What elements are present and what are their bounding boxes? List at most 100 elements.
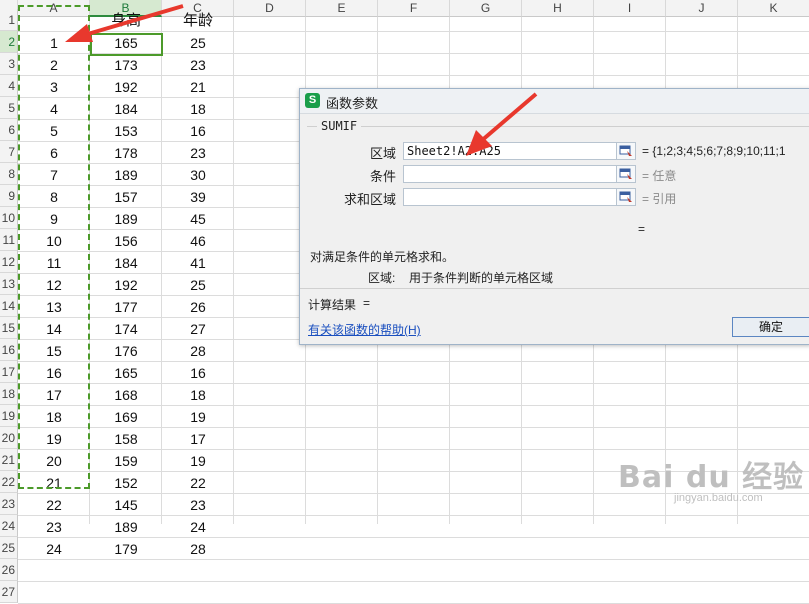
column-header-e[interactable]: E	[306, 0, 378, 17]
cell-b6[interactable]: 153	[90, 120, 162, 142]
cell-b16[interactable]: 176	[90, 340, 162, 362]
sum-range-input[interactable]	[403, 188, 617, 206]
cell-c13[interactable]: 25	[162, 274, 234, 296]
row-header-2[interactable]: 2	[0, 31, 18, 53]
row-header-19[interactable]: 19	[0, 405, 18, 427]
cell-c8[interactable]: 30	[162, 164, 234, 186]
cell-c4[interactable]: 21	[162, 76, 234, 98]
wps-logo-icon: S	[305, 93, 320, 108]
row-header-10[interactable]: 10	[0, 207, 18, 229]
cell-c21[interactable]: 19	[162, 450, 234, 472]
cell-c19[interactable]: 19	[162, 406, 234, 428]
column-header-j[interactable]: J	[666, 0, 738, 17]
row-header-18[interactable]: 18	[0, 383, 18, 405]
cell-b8[interactable]: 189	[90, 164, 162, 186]
column-header-d[interactable]: D	[234, 0, 306, 17]
calc-result-value: =	[363, 296, 371, 310]
row-header-6[interactable]: 6	[0, 119, 18, 141]
row-header-23[interactable]: 23	[0, 493, 18, 515]
row-header-14[interactable]: 14	[0, 295, 18, 317]
column-header-h[interactable]: H	[522, 0, 594, 17]
row-header-13[interactable]: 13	[0, 273, 18, 295]
cell-b17[interactable]: 165	[90, 362, 162, 384]
cell-b15[interactable]: 174	[90, 318, 162, 340]
cell-b12[interactable]: 184	[90, 252, 162, 274]
red-arrow-icon	[466, 92, 538, 156]
column-header-g[interactable]: G	[450, 0, 522, 17]
column-header-i[interactable]: I	[594, 0, 666, 17]
cell-c3[interactable]: 23	[162, 54, 234, 76]
cell-b11[interactable]: 156	[90, 230, 162, 252]
row-header-22[interactable]: 22	[0, 471, 18, 493]
divider	[300, 288, 809, 289]
cell-c12[interactable]: 41	[162, 252, 234, 274]
ok-button[interactable]: 确定	[732, 317, 809, 337]
cell-b13[interactable]: 192	[90, 274, 162, 296]
param-label-range: 区域	[369, 146, 396, 161]
row-header-21[interactable]: 21	[0, 449, 18, 471]
row-header-3[interactable]: 3	[0, 53, 18, 75]
param-label-sum-range: 求和区域	[343, 192, 396, 207]
cell-c23[interactable]: 23	[162, 494, 234, 516]
column-header-k[interactable]: K	[738, 0, 809, 17]
cell-b7[interactable]: 178	[90, 142, 162, 164]
criteria-result: = 任意	[642, 169, 677, 183]
range-select-icon[interactable]	[616, 188, 636, 206]
row-header-5[interactable]: 5	[0, 97, 18, 119]
row-header-12[interactable]: 12	[0, 251, 18, 273]
row-header-16[interactable]: 16	[0, 339, 18, 361]
row-header-27[interactable]: 27	[0, 581, 18, 603]
cell-b10[interactable]: 189	[90, 208, 162, 230]
cell-b3[interactable]: 173	[90, 54, 162, 76]
cell-c9[interactable]: 39	[162, 186, 234, 208]
criteria-input[interactable]	[403, 165, 617, 183]
row-header-15[interactable]: 15	[0, 317, 18, 339]
cell-b19[interactable]: 169	[90, 406, 162, 428]
cell-a25[interactable]: 24	[18, 538, 90, 560]
cell-c22[interactable]: 22	[162, 472, 234, 494]
help-link[interactable]: 有关该函数的帮助(H)	[308, 321, 421, 338]
row-header-25[interactable]: 25	[0, 537, 18, 559]
cell-b4[interactable]: 192	[90, 76, 162, 98]
cell-c5[interactable]: 18	[162, 98, 234, 120]
cell-c14[interactable]: 26	[162, 296, 234, 318]
cell-c16[interactable]: 28	[162, 340, 234, 362]
row-header-8[interactable]: 8	[0, 163, 18, 185]
cell-a23[interactable]: 22	[18, 494, 90, 516]
row-header-1[interactable]: 1	[0, 9, 18, 31]
dialog-title: 函数参数	[326, 96, 379, 111]
row-header-24[interactable]: 24	[0, 515, 18, 537]
cell-c11[interactable]: 46	[162, 230, 234, 252]
cell-a24[interactable]: 23	[18, 516, 90, 538]
dialog-title-bar[interactable]: S 函数参数	[300, 89, 809, 114]
cell-c24[interactable]: 24	[162, 516, 234, 538]
cell-c20[interactable]: 17	[162, 428, 234, 450]
row-header-7[interactable]: 7	[0, 141, 18, 163]
range-select-icon[interactable]	[616, 142, 636, 160]
row-header-11[interactable]: 11	[0, 229, 18, 251]
cell-c15[interactable]: 27	[162, 318, 234, 340]
cell-c6[interactable]: 16	[162, 120, 234, 142]
row-header-4[interactable]: 4	[0, 75, 18, 97]
cell-b21[interactable]: 159	[90, 450, 162, 472]
cell-c10[interactable]: 45	[162, 208, 234, 230]
cell-b25[interactable]: 179	[90, 538, 162, 560]
row-header-20[interactable]: 20	[0, 427, 18, 449]
cell-c25[interactable]: 28	[162, 538, 234, 560]
column-header-f[interactable]: F	[378, 0, 450, 17]
row-header-26[interactable]: 26	[0, 559, 18, 581]
cell-b22[interactable]: 152	[90, 472, 162, 494]
row-header-17[interactable]: 17	[0, 361, 18, 383]
cell-b23[interactable]: 145	[90, 494, 162, 516]
cell-b20[interactable]: 158	[90, 428, 162, 450]
cell-b9[interactable]: 157	[90, 186, 162, 208]
cell-c18[interactable]: 18	[162, 384, 234, 406]
cell-b5[interactable]: 184	[90, 98, 162, 120]
cell-c17[interactable]: 16	[162, 362, 234, 384]
cell-b18[interactable]: 168	[90, 384, 162, 406]
cell-c7[interactable]: 23	[162, 142, 234, 164]
cell-b14[interactable]: 177	[90, 296, 162, 318]
cell-b24[interactable]: 189	[90, 516, 162, 538]
row-header-9[interactable]: 9	[0, 185, 18, 207]
range-select-icon[interactable]	[616, 165, 636, 183]
